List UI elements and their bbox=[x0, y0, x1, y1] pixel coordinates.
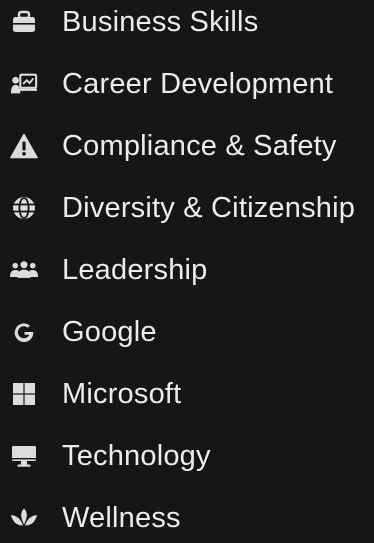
menu-item-label: Wellness bbox=[62, 502, 181, 534]
menu-item-label: Technology bbox=[62, 440, 211, 472]
globe-icon bbox=[10, 194, 38, 222]
google-icon bbox=[10, 318, 38, 346]
menu-item-label: Microsoft bbox=[62, 378, 182, 410]
microsoft-icon bbox=[10, 380, 38, 408]
presentation-icon bbox=[10, 70, 38, 98]
menu-item-wellness[interactable]: Wellness bbox=[0, 493, 374, 543]
menu-item-label: Google bbox=[62, 316, 157, 348]
warning-icon bbox=[10, 132, 38, 160]
menu-item-technology[interactable]: Technology bbox=[0, 431, 374, 481]
menu-item-business-skills[interactable]: Business Skills bbox=[0, 0, 374, 47]
menu-item-label: Career Development bbox=[62, 68, 334, 100]
users-icon bbox=[10, 256, 38, 284]
menu-item-leadership[interactable]: Leadership bbox=[0, 245, 374, 295]
menu-item-label: Diversity & Citizenship bbox=[62, 192, 356, 224]
menu-item-compliance-safety[interactable]: Compliance & Safety bbox=[0, 121, 374, 171]
menu-item-diversity-citizenship[interactable]: Diversity & Citizenship bbox=[0, 183, 374, 233]
menu-item-microsoft[interactable]: Microsoft bbox=[0, 369, 374, 419]
briefcase-icon bbox=[10, 8, 38, 36]
desktop-icon bbox=[10, 442, 38, 470]
menu-item-google[interactable]: Google bbox=[0, 307, 374, 357]
menu-item-label: Compliance & Safety bbox=[62, 130, 337, 162]
menu-item-label: Business Skills bbox=[62, 6, 259, 38]
lotus-icon bbox=[10, 504, 38, 532]
menu-item-label: Leadership bbox=[62, 254, 208, 286]
menu-item-career-development[interactable]: Career Development bbox=[0, 59, 374, 109]
